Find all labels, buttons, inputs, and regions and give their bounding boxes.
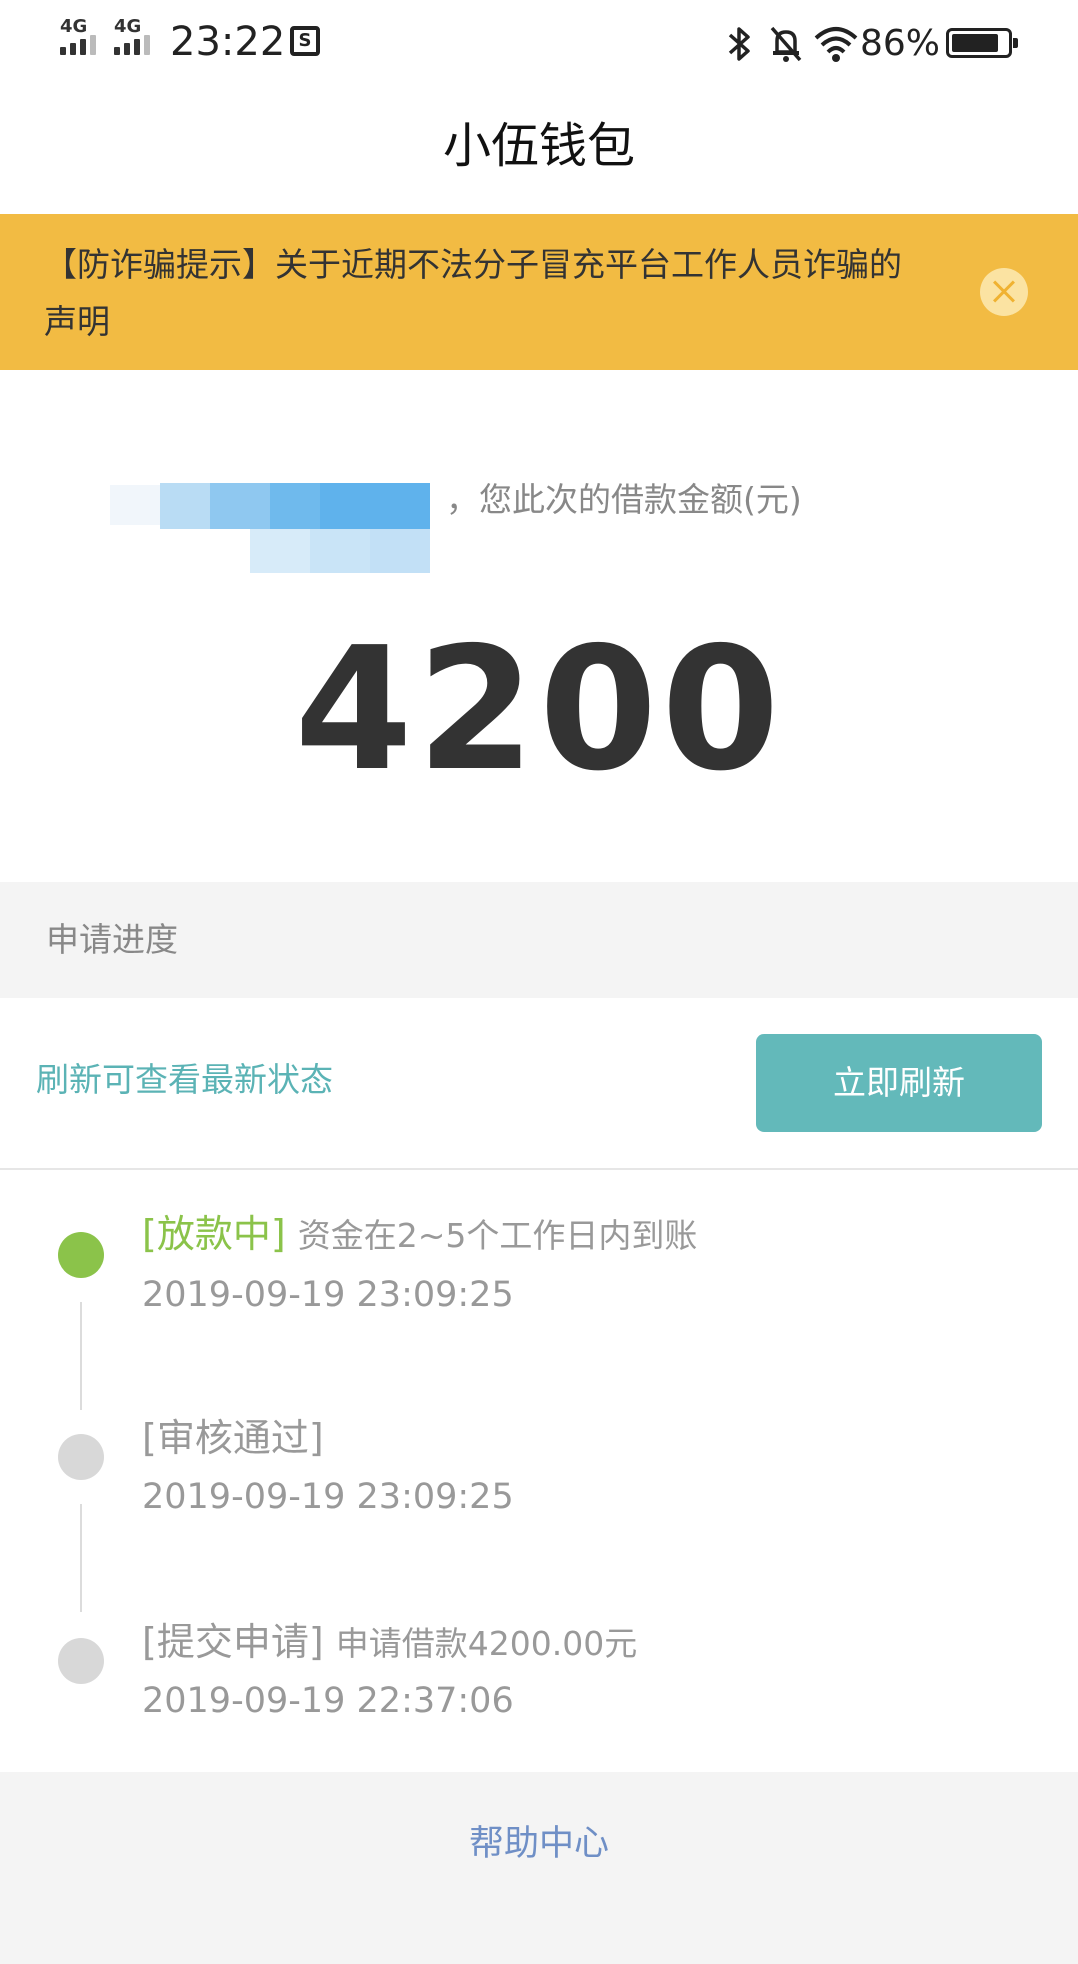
battery-percent: 86% (860, 23, 941, 64)
progress-section-header: 申请进度 (0, 882, 1078, 998)
mute-bell-icon (770, 26, 802, 62)
timeline-item: [提交申请] 申请借款4200.00元 2019-09-19 22:37:06 (0, 1576, 1078, 1776)
screenshot-icon: S (290, 26, 320, 56)
page-title: 小伍钱包 (442, 118, 635, 174)
close-icon[interactable] (980, 268, 1028, 316)
signal-icon-2: 4G (114, 18, 156, 58)
timeline-dot-active (58, 1232, 104, 1278)
network-type-2: 4G (114, 16, 142, 37)
progress-timeline: [放款中] 资金在2~5个工作日内到账 2019-09-19 23:09:25 … (0, 1170, 1078, 1772)
refresh-row: 刷新可查看最新状态 立即刷新 (0, 998, 1078, 1170)
timeline-item: [放款中] 资金在2~5个工作日内到账 2019-09-19 23:09:25 (0, 1170, 1078, 1410)
timeline-time: 2019-09-19 23:09:25 (142, 1275, 514, 1315)
bluetooth-icon (728, 27, 750, 61)
wifi-icon (814, 27, 858, 62)
status-bar: 4G 4G 23:22 S 86% (0, 0, 1078, 88)
network-type-1: 4G (60, 16, 88, 37)
timeline-dot (58, 1638, 104, 1684)
fraud-warning-text[interactable]: 【防诈骗提示】关于近期不法分子冒充平台工作人员诈骗的声明 (44, 236, 924, 350)
battery-icon (946, 28, 1018, 58)
timeline-status: [放款中] 资金在2~5个工作日内到账 (142, 1208, 697, 1262)
timeline-status-title: [提交申请] (142, 1620, 324, 1664)
timeline-time: 2019-09-19 23:09:25 (142, 1477, 514, 1517)
loan-amount-section: ，您此次的借款金额(元) 4200 (0, 370, 1078, 882)
loan-amount-value: 4200 (294, 611, 784, 809)
refresh-button[interactable]: 立即刷新 (756, 1034, 1042, 1132)
help-center-link[interactable]: 帮助中心 (0, 1818, 1078, 1870)
timeline-status-title: [审核通过] (142, 1416, 324, 1460)
footer: 帮助中心 (0, 1772, 1078, 1964)
blurred-username (110, 475, 440, 595)
timeline-status: [提交申请] 申请借款4200.00元 (142, 1616, 637, 1670)
timeline-time: 2019-09-19 22:37:06 (142, 1681, 514, 1721)
fraud-warning-banner[interactable]: 【防诈骗提示】关于近期不法分子冒充平台工作人员诈骗的声明 (0, 214, 1078, 370)
timeline-status-title: [放款中] (142, 1212, 286, 1256)
signal-icon-1: 4G (60, 18, 102, 58)
timeline-item: [审核通过] 2019-09-19 23:09:25 (0, 1372, 1078, 1612)
timeline-status-desc: 资金在2~5个工作日内到账 (297, 1216, 698, 1255)
refresh-hint: 刷新可查看最新状态 (36, 1060, 333, 1099)
app-header: 小伍钱包 (0, 88, 1078, 212)
timeline-status: [审核通过] (142, 1412, 324, 1466)
timeline-status-desc: 申请借款4200.00元 (335, 1624, 638, 1663)
timeline-dot (58, 1434, 104, 1480)
loan-amount-label: ，您此次的借款金额(元) (446, 480, 802, 519)
progress-heading: 申请进度 (46, 920, 178, 959)
status-time: 23:22 (170, 19, 286, 65)
